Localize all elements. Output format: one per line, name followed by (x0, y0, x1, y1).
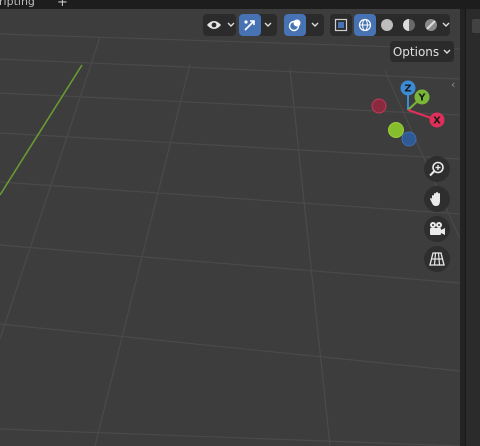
wireframe-sphere-icon (358, 18, 372, 32)
gizmo-neg-x (371, 98, 387, 114)
options-label: Options (392, 44, 440, 59)
chevron-down-icon[interactable] (442, 14, 450, 36)
shading-mode-group[interactable] (354, 14, 450, 36)
overlays-icon (288, 19, 301, 32)
gizmo-toggle-button[interactable] (239, 14, 261, 36)
visibility-dropdown[interactable] (203, 14, 236, 36)
top-tab-bar: Scripting + (0, 0, 480, 10)
shading-material-button[interactable] (398, 14, 420, 36)
gizmo-toggle-group[interactable] (239, 14, 277, 36)
gizmo-neg-y (388, 122, 404, 138)
gizmo-z-label: Z (404, 84, 411, 95)
perspective-toggle-button[interactable] (424, 246, 450, 272)
grid-perspective-icon (429, 252, 445, 266)
shading-solid-button[interactable] (376, 14, 398, 36)
xray-button[interactable] (330, 14, 352, 36)
solid-sphere-icon (381, 19, 393, 31)
zoom-icon (429, 161, 444, 177)
gizmo-y-label: Y (417, 93, 426, 104)
gizmo-arrows-icon (244, 20, 255, 31)
navigation-gizmo[interactable]: Z Y X (366, 78, 450, 152)
chevron-down-icon[interactable] (306, 14, 324, 36)
eye-icon (203, 14, 225, 36)
properties-panel-edge (460, 9, 480, 446)
rendered-sphere-icon (425, 19, 437, 31)
3d-viewport[interactable] (0, 9, 460, 446)
material-sphere-icon (403, 19, 415, 31)
camera-view-button[interactable] (424, 216, 450, 242)
xray-toggle[interactable] (330, 14, 352, 36)
hand-pan-icon (430, 192, 440, 206)
shading-wireframe-button[interactable] (354, 14, 376, 36)
chevron-down-icon (443, 49, 451, 54)
gizmo-x-label: X (433, 116, 441, 127)
overlay-toggle-group[interactable] (284, 14, 324, 36)
pan-button[interactable] (424, 186, 450, 212)
workspace-tab-scripting[interactable]: Scripting (0, 0, 35, 8)
xray-icon (334, 18, 348, 32)
properties-panel (465, 9, 480, 446)
properties-header-icon[interactable] (472, 19, 480, 33)
options-dropdown[interactable]: Options (390, 41, 454, 62)
gizmo-neg-z (401, 131, 417, 147)
camera-icon (430, 222, 445, 235)
chevron-down-icon[interactable] (261, 14, 275, 36)
zoom-button[interactable] (424, 156, 450, 182)
viewport-grid (0, 33, 460, 446)
shading-rendered-button[interactable] (420, 14, 442, 36)
chevron-down-icon (225, 14, 236, 36)
overlays-toggle-button[interactable] (284, 14, 306, 36)
